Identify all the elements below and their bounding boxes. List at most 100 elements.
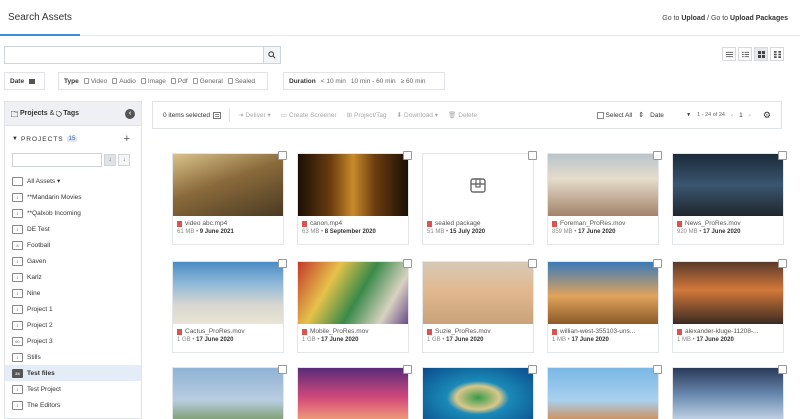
- type-image[interactable]: Image: [140, 78, 166, 85]
- sort-numeric-button[interactable]: ↓: [118, 154, 130, 166]
- asset-thumbnail[interactable]: [298, 262, 408, 324]
- asset-name[interactable]: sealed package: [423, 216, 533, 227]
- type-video[interactable]: Video: [83, 78, 107, 85]
- asset-card[interactable]: [547, 365, 662, 419]
- sort-alpha-button[interactable]: ↓: [104, 154, 116, 166]
- next-page-icon[interactable]: ›: [749, 112, 751, 119]
- delete-button[interactable]: 🗑 Delete: [448, 111, 477, 120]
- asset-card[interactable]: News_ProRes.mov 920 MB • 17 June 2020: [672, 151, 787, 245]
- asset-thumbnail[interactable]: [673, 368, 783, 419]
- view-list-button[interactable]: [722, 47, 736, 61]
- asset-card[interactable]: video abc.mp4 61 MB • 9 June 2021: [172, 151, 287, 245]
- view-grid-button[interactable]: [754, 47, 768, 61]
- asset-checkbox[interactable]: [278, 151, 287, 160]
- asset-checkbox[interactable]: [278, 259, 287, 268]
- asset-name[interactable]: Cactus_ProRes.mov: [173, 324, 283, 335]
- asset-checkbox[interactable]: [278, 365, 287, 374]
- asset-thumbnail[interactable]: [298, 368, 408, 419]
- download-button[interactable]: ⬇ Download ▾: [397, 111, 438, 119]
- asset-thumbnail[interactable]: [423, 368, 533, 419]
- project-item[interactable]: 1 Project 1: [5, 301, 141, 317]
- asset-name[interactable]: willian-west-355103-uns...: [548, 324, 658, 335]
- duration-short[interactable]: < 10 min: [321, 78, 346, 85]
- asset-thumbnail[interactable]: [423, 262, 533, 324]
- project-tag-button[interactable]: ⊞ Project/Tag: [347, 111, 387, 120]
- asset-name[interactable]: canon.mp4: [298, 216, 408, 227]
- asset-thumbnail[interactable]: [673, 262, 783, 324]
- settings-gear-icon[interactable]: ⚙: [763, 110, 771, 121]
- asset-checkbox[interactable]: [778, 151, 787, 160]
- deliver-button[interactable]: ⇥ Deliver ▾: [238, 111, 271, 119]
- project-item[interactable]: 1 **Mandarin Movies: [5, 189, 141, 205]
- type-audio[interactable]: Audio: [112, 78, 136, 85]
- project-item[interactable]: 1 DE Test: [5, 221, 141, 237]
- asset-thumbnail[interactable]: [173, 262, 283, 324]
- asset-card[interactable]: [672, 365, 787, 419]
- project-item[interactable]: 8 Football: [5, 237, 141, 253]
- project-item[interactable]: 60 Project 3: [5, 333, 141, 349]
- sort-dropdown-caret-icon[interactable]: ▼: [686, 112, 691, 118]
- type-sealed[interactable]: Sealed: [227, 78, 255, 85]
- upload-link[interactable]: Upload: [681, 15, 705, 22]
- collapse-sidebar-icon[interactable]: ‹: [125, 109, 135, 119]
- asset-card[interactable]: sealed package 51 MB • 15 July 2020: [422, 151, 537, 245]
- asset-card[interactable]: Mobile_ProRes.mov 1 GB • 17 June 2020: [297, 259, 412, 353]
- asset-checkbox[interactable]: [653, 259, 662, 268]
- projects-tab[interactable]: Projects: [20, 110, 48, 117]
- search-button[interactable]: [263, 46, 281, 64]
- asset-card[interactable]: [172, 365, 287, 419]
- project-item[interactable]: 1 The Editors: [5, 397, 141, 413]
- asset-checkbox[interactable]: [403, 365, 412, 374]
- asset-name[interactable]: alexander-kluge-11208-...: [673, 324, 783, 335]
- asset-card[interactable]: Suzie_ProRes.mov 1 GB • 17 June 2020: [422, 259, 537, 353]
- project-filter-input[interactable]: [12, 153, 102, 167]
- project-item-selected[interactable]: 24 Test files: [5, 365, 141, 381]
- asset-checkbox[interactable]: [653, 365, 662, 374]
- asset-card[interactable]: alexander-kluge-11208-... 1 MB • 17 June …: [672, 259, 787, 353]
- asset-thumbnail[interactable]: [548, 154, 658, 216]
- asset-checkbox[interactable]: [403, 151, 412, 160]
- sort-direction-icon[interactable]: ⇕: [638, 111, 644, 119]
- select-all-checkbox[interactable]: [596, 111, 604, 119]
- asset-checkbox[interactable]: [778, 259, 787, 268]
- duration-long[interactable]: ≥ 60 min: [401, 78, 426, 85]
- asset-name[interactable]: Foreman_ProRes.mov: [548, 216, 658, 227]
- caret-down-icon[interactable]: ▼: [12, 136, 19, 142]
- view-detail-list-button[interactable]: [738, 47, 752, 61]
- view-compact-button[interactable]: [770, 47, 784, 61]
- create-screener-button[interactable]: ▭ Create Screener: [281, 111, 337, 120]
- asset-card[interactable]: Foreman_ProRes.mov 859 MB • 17 June 2020: [547, 151, 662, 245]
- asset-thumbnail[interactable]: [548, 368, 658, 419]
- asset-name[interactable]: Suzie_ProRes.mov: [423, 324, 533, 335]
- upload-packages-link[interactable]: Upload Packages: [730, 15, 788, 22]
- tags-tab[interactable]: Tags: [63, 110, 79, 117]
- select-all[interactable]: Select All: [596, 111, 632, 119]
- asset-checkbox[interactable]: [528, 365, 537, 374]
- asset-thumbnail[interactable]: [173, 368, 283, 419]
- asset-card[interactable]: [297, 365, 412, 419]
- asset-checkbox[interactable]: [778, 365, 787, 374]
- asset-card[interactable]: willian-west-355103-uns... 1 MB • 17 June…: [547, 259, 662, 353]
- search-input[interactable]: [4, 46, 263, 64]
- asset-card[interactable]: [422, 365, 537, 419]
- project-item[interactable]: 1 Nine: [5, 285, 141, 301]
- asset-card[interactable]: canon.mp4 63 MB • 8 September 2020: [297, 151, 412, 245]
- asset-checkbox[interactable]: [403, 259, 412, 268]
- duration-medium[interactable]: 10 min - 60 min: [351, 78, 396, 85]
- asset-name[interactable]: News_ProRes.mov: [673, 216, 783, 227]
- asset-thumbnail[interactable]: [548, 262, 658, 324]
- project-item[interactable]: 1 **Qalxob Incoming: [5, 205, 141, 221]
- asset-checkbox[interactable]: [528, 151, 537, 160]
- project-item[interactable]: 1 Project 2: [5, 317, 141, 333]
- tab-search-assets[interactable]: Search Assets: [0, 0, 80, 36]
- asset-name[interactable]: video abc.mp4: [173, 216, 283, 227]
- asset-thumbnail[interactable]: [423, 154, 533, 216]
- date-filter[interactable]: Date: [4, 72, 45, 90]
- asset-checkbox[interactable]: [528, 259, 537, 268]
- current-page[interactable]: 1: [739, 112, 743, 119]
- project-item[interactable]: 1 Gaven: [5, 253, 141, 269]
- type-pdf[interactable]: Pdf: [170, 78, 188, 85]
- add-project-icon[interactable]: +: [124, 133, 131, 145]
- project-item[interactable]: 1 Stills: [5, 349, 141, 365]
- asset-name[interactable]: Mobile_ProRes.mov: [298, 324, 408, 335]
